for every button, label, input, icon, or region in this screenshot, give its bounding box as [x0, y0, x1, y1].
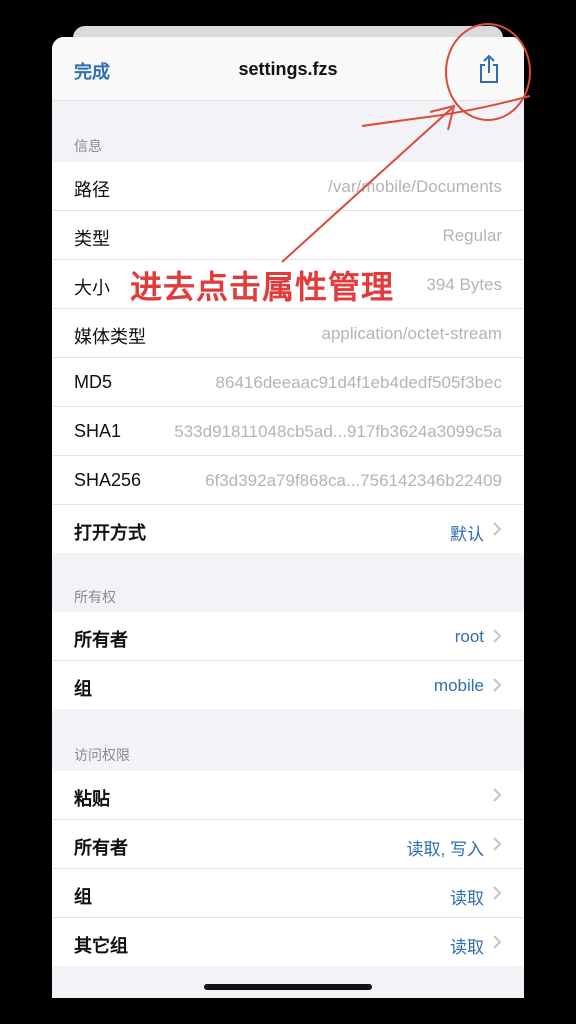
row-label: SHA1: [74, 421, 122, 441]
home-indicator: [204, 984, 372, 990]
row-value: 86416deeaac91d4f1eb4dedf505f3bec: [215, 373, 502, 392]
row-value: 533d91811048cb5ad...917fb3624a3099c5a: [174, 422, 502, 441]
row-label: 类型: [74, 229, 110, 249]
page-title: settings.fzs: [238, 59, 338, 79]
row-value: application/octet-stream: [321, 324, 502, 343]
chevron-right-icon: [492, 885, 502, 901]
section-label-permissions: 访问权限: [74, 747, 130, 763]
row-sha1: SHA1 533d91811048cb5ad...917fb3624a3099c…: [52, 407, 524, 456]
row-paste[interactable]: 粘贴: [52, 771, 524, 820]
row-label: MD5: [74, 372, 113, 392]
row-media-type: 媒体类型 application/octet-stream: [52, 309, 524, 358]
row-value: root: [454, 627, 484, 646]
row-value: mobile: [433, 676, 484, 695]
annotation-text: 进去点击属性管理: [130, 269, 395, 305]
row-label: 其它组: [74, 936, 128, 956]
row-open-with[interactable]: 打开方式 默认: [52, 505, 524, 553]
row-md5: MD5 86416deeaac91d4f1eb4dedf505f3bec: [52, 358, 524, 407]
section-label-ownership: 所有权: [74, 589, 116, 605]
navigation-bar: 完成 settings.fzs: [52, 37, 524, 101]
chevron-right-icon: [492, 836, 502, 852]
row-value: 读取: [450, 889, 484, 908]
chevron-right-icon: [492, 787, 502, 803]
chevron-right-icon: [492, 677, 502, 693]
row-value: 394 Bytes: [426, 275, 502, 294]
row-owner-permission[interactable]: 所有者 读取, 写入: [52, 820, 524, 869]
row-label: 组: [74, 887, 92, 907]
chevron-right-icon: [492, 628, 502, 644]
row-label: 大小: [74, 278, 110, 298]
share-icon[interactable]: [476, 54, 502, 84]
row-value: Regular: [442, 226, 502, 245]
row-value: 6f3d392a79f868ca...756142346b22409: [205, 471, 502, 490]
row-value: 默认: [450, 525, 484, 544]
row-label: 路径: [74, 180, 110, 200]
row-group-permission[interactable]: 组 读取: [52, 869, 524, 918]
file-info-sheet: 完成 settings.fzs 信息 路径 /var/mobile/Docume…: [52, 37, 524, 998]
row-value: 读取, 写入: [406, 840, 484, 859]
row-value: 读取: [450, 938, 484, 957]
row-label: 组: [74, 679, 92, 699]
permissions-group: 粘贴 所有者 读取, 写入 组 读取 其它组 读取: [52, 771, 524, 966]
row-label: 所有者: [74, 630, 128, 650]
ownership-group: 所有者 root 组 mobile: [52, 612, 524, 709]
row-type: 类型 Regular: [52, 211, 524, 260]
row-label: 所有者: [74, 838, 128, 858]
section-label-info: 信息: [74, 138, 102, 154]
row-sha256: SHA256 6f3d392a79f868ca...756142346b2240…: [52, 456, 524, 505]
chevron-right-icon: [492, 521, 502, 537]
chevron-right-icon: [492, 934, 502, 950]
row-label: 打开方式: [74, 523, 146, 543]
info-group: 路径 /var/mobile/Documents 类型 Regular 大小 3…: [52, 162, 524, 553]
row-label: 媒体类型: [74, 327, 146, 347]
row-value: /var/mobile/Documents: [328, 177, 502, 196]
row-label: 粘贴: [74, 789, 110, 809]
row-owner[interactable]: 所有者 root: [52, 612, 524, 661]
row-others-permission[interactable]: 其它组 读取: [52, 918, 524, 966]
row-label: SHA256: [74, 470, 142, 490]
row-path: 路径 /var/mobile/Documents: [52, 162, 524, 211]
row-group[interactable]: 组 mobile: [52, 661, 524, 709]
